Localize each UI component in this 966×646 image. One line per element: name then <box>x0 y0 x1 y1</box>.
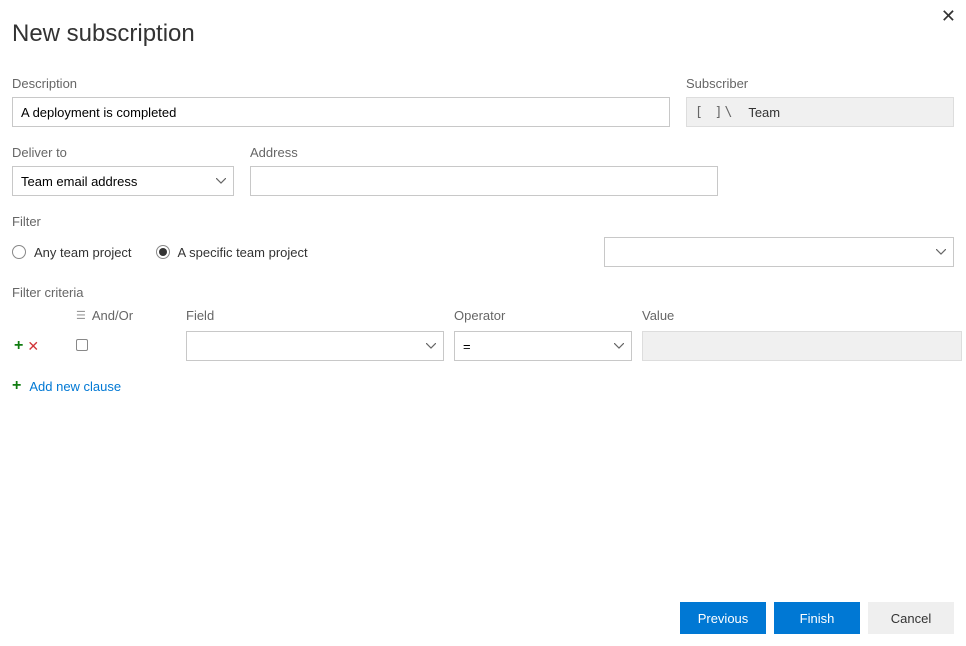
field-select[interactable] <box>186 331 444 361</box>
radio-specific-label: A specific team project <box>178 245 308 260</box>
subscriber-icon: [ ]\ <box>695 105 734 120</box>
add-new-clause-button[interactable]: + Add new clause <box>12 377 954 395</box>
filter-criteria-label: Filter criteria <box>12 285 954 300</box>
deliver-to-select[interactable]: Team email address <box>12 166 234 196</box>
subscriber-name: Team <box>748 105 780 120</box>
description-label: Description <box>12 76 670 91</box>
row-checkbox[interactable] <box>76 339 88 351</box>
address-input[interactable] <box>250 166 718 196</box>
field-header: Field <box>186 308 454 329</box>
radio-specific-team-project[interactable] <box>156 245 170 259</box>
value-header: Value <box>642 308 966 329</box>
deliver-to-label: Deliver to <box>12 145 234 160</box>
page-title: New subscription <box>12 20 954 48</box>
value-input[interactable] <box>642 331 962 361</box>
previous-button[interactable]: Previous <box>680 602 766 634</box>
filter-label: Filter <box>12 214 954 229</box>
operator-header: Operator <box>454 308 642 329</box>
remove-row-icon[interactable]: ✕ <box>27 338 39 355</box>
andor-header: And/Or <box>92 308 133 323</box>
cancel-button[interactable]: Cancel <box>868 602 954 634</box>
address-label: Address <box>250 145 718 160</box>
operator-select[interactable]: = <box>454 331 632 361</box>
subscriber-display: [ ]\ Team <box>686 97 954 127</box>
add-row-icon[interactable]: + <box>14 337 23 355</box>
subscriber-label: Subscriber <box>686 76 954 91</box>
description-input[interactable] <box>12 97 670 127</box>
plus-icon: + <box>12 377 21 395</box>
project-select[interactable] <box>604 237 954 267</box>
radio-any-team-project[interactable] <box>12 245 26 259</box>
add-clause-label: Add new clause <box>29 379 121 394</box>
list-icon: ☰ <box>76 309 86 322</box>
radio-any-label: Any team project <box>34 245 132 260</box>
finish-button[interactable]: Finish <box>774 602 860 634</box>
close-icon[interactable]: ✕ <box>941 6 956 27</box>
